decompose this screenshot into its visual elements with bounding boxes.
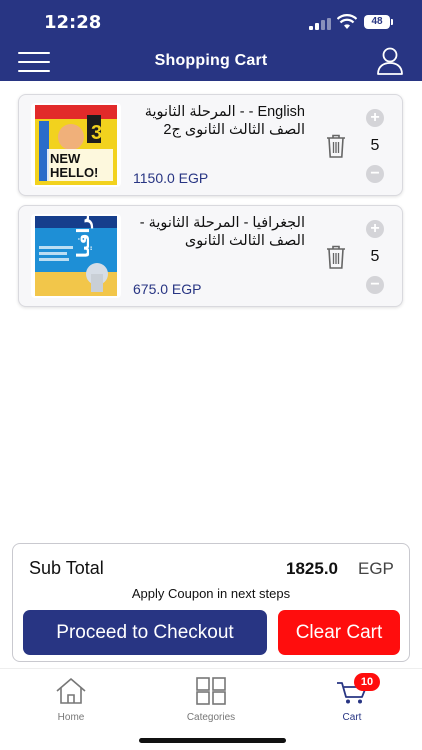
grid-icon	[196, 677, 226, 705]
item-price: 1150.0 EGP	[133, 170, 209, 186]
cart-summary: Sub Total 1825.0 EGP Apply Coupon in nex…	[12, 543, 410, 662]
subtotal-currency: EGP	[358, 559, 394, 578]
tab-categories-label: Categories	[186, 712, 236, 723]
cart-count-badge: 10	[354, 673, 380, 691]
tab-home-label: Home	[57, 712, 85, 723]
svg-text:الجغرافيا: الجغرافيا	[74, 214, 94, 258]
battery-icon: 48	[364, 15, 393, 29]
coupon-note: Apply Coupon in next steps	[131, 586, 291, 601]
subtotal-amount: 1825.0	[286, 559, 338, 578]
item-title[interactable]: English - - المرحلة الثانوية الصف الثالث…	[133, 103, 305, 139]
item-quantity: 5	[370, 248, 380, 265]
tab-cart-label: Cart	[342, 712, 362, 723]
item-price: 675.0 EGP	[133, 281, 202, 297]
user-icon[interactable]	[375, 46, 405, 76]
item-title-line: الجغرافيا - المرحلة الثانوية -	[139, 215, 305, 231]
minus-icon[interactable]: −	[366, 276, 384, 294]
wifi-icon	[337, 14, 357, 29]
item-title-line: English - - المرحلة الثانوية	[144, 104, 305, 120]
home-icon	[56, 678, 86, 704]
minus-icon[interactable]: −	[366, 165, 384, 183]
item-title-line: الصف الثالث الثانوى ج2	[163, 122, 305, 138]
subtotal-label: Sub Total	[29, 558, 104, 578]
trash-icon[interactable]	[325, 133, 347, 159]
item-title-line: الصف الثالث الثانوى	[184, 233, 305, 249]
tab-categories[interactable]: Categories	[178, 677, 244, 723]
trash-icon[interactable]	[325, 244, 347, 270]
status-time: 12:28	[44, 12, 102, 33]
book-cover-image: الجغرافيا	[31, 214, 121, 298]
cart-item[interactable]: 3 NEW HELLO! English - - المرحلة الثانوي…	[18, 94, 403, 196]
svg-text:HELLO!: HELLO!	[50, 165, 98, 180]
plus-icon[interactable]: +	[366, 109, 384, 127]
book-cover-image: 3 NEW HELLO!	[31, 103, 121, 187]
page-title: Shopping Cart	[154, 52, 268, 69]
item-title[interactable]: الجغرافيا - المرحلة الثانوية - الصف الثا…	[133, 214, 305, 250]
svg-text:3: 3	[91, 122, 102, 144]
checkout-button[interactable]: Proceed to Checkout	[23, 610, 267, 655]
app-header: 12:28 48 Shopping Cart	[0, 0, 422, 81]
cart-item[interactable]: الجغرافيا الجغرافيا - المرحلة الثانوية -…	[18, 205, 403, 307]
status-bar: 12:28 48	[0, 0, 422, 42]
svg-text:NEW: NEW	[50, 151, 81, 166]
home-indicator	[139, 738, 286, 743]
tab-cart[interactable]: 10 Cart	[332, 673, 380, 723]
signal-icon	[309, 18, 331, 30]
item-quantity: 5	[370, 137, 380, 154]
clear-cart-button[interactable]: Clear Cart	[278, 610, 400, 655]
tab-home[interactable]: Home	[48, 677, 94, 723]
plus-icon[interactable]: +	[366, 220, 384, 238]
